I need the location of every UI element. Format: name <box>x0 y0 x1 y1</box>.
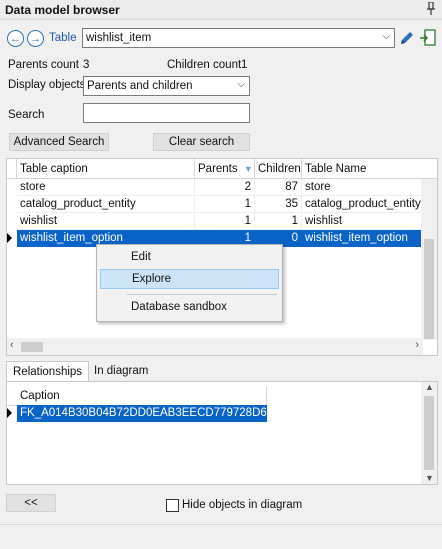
chevron-down-icon: ⌵ <box>237 79 245 90</box>
row-indicator-icon <box>7 408 12 418</box>
forward-arrow-icon[interactable]: → <box>27 30 44 47</box>
column-header-parents[interactable]: Parents ▼ <box>195 159 255 179</box>
rel-grid-corner <box>7 386 17 406</box>
cell-children: 1 <box>255 213 302 230</box>
horizontal-scroll-thumb[interactable] <box>21 342 43 352</box>
children-count-value: 1 <box>241 59 248 71</box>
table-row[interactable]: store 2 87 store <box>7 179 437 196</box>
parents-count-value: 3 <box>83 59 90 71</box>
pin-icon[interactable] <box>426 1 436 18</box>
tab-in-diagram[interactable]: In diagram <box>88 361 154 382</box>
back-arrow-icon[interactable]: ← <box>7 30 24 47</box>
cell-caption: catalog_product_entity <box>17 196 195 213</box>
menu-item-explore[interactable]: Explore <box>100 269 279 289</box>
panel-titlebar: Data model browser <box>0 0 442 20</box>
children-count-label: Children count <box>167 59 242 71</box>
column-header-parents-label: Parents <box>198 163 238 175</box>
row-indicator-icon <box>7 233 12 243</box>
display-objects-label: Display objects <box>8 79 86 91</box>
grid-corner <box>7 159 17 179</box>
cell-table-name: wishlist_item_option <box>302 230 424 247</box>
column-header-table-name[interactable]: Table Name <box>302 159 437 179</box>
table-label[interactable]: Table <box>49 32 77 44</box>
display-objects-value: Parents and children <box>87 80 193 92</box>
footer-divider <box>0 524 442 525</box>
export-icon[interactable] <box>419 28 437 51</box>
cell-children: 87 <box>255 179 302 196</box>
cell-children: 35 <box>255 196 302 213</box>
grid-horizontal-scrollbar[interactable]: ‹ › <box>7 338 423 355</box>
scroll-left-icon[interactable]: ‹ <box>10 339 14 351</box>
cell-table-name: wishlist <box>302 213 424 230</box>
tab-relationships[interactable]: Relationships <box>6 361 90 382</box>
cell-parents: 1 <box>195 196 255 213</box>
cell-caption: store <box>17 179 195 196</box>
panel-title: Data model browser <box>5 3 120 17</box>
chevron-down-icon: ⌵ <box>382 31 390 42</box>
column-header-caption[interactable]: Table caption <box>17 159 195 179</box>
table-select[interactable]: wishlist_item ⌵ <box>82 28 395 48</box>
cell-table-name: catalog_product_entity <box>302 196 424 213</box>
collapse-button[interactable]: << <box>6 494 56 512</box>
table-row[interactable]: wishlist 1 1 wishlist <box>7 213 437 230</box>
clear-search-button[interactable]: Clear search <box>153 133 250 151</box>
hide-objects-checkbox[interactable] <box>166 499 179 512</box>
menu-separator <box>127 294 277 295</box>
cell-parents: 2 <box>195 179 255 196</box>
cell-rel-caption: FK_A014B30B04B72DD0EAB3EECD779728D6 <box>17 405 267 422</box>
scroll-up-icon[interactable]: ▲ <box>425 382 434 392</box>
column-header-rel-caption[interactable]: Caption <box>17 386 267 406</box>
vertical-scroll-thumb[interactable] <box>424 239 434 339</box>
rel-vertical-scrollbar[interactable]: ▲ ▼ <box>421 382 437 484</box>
table-select-value: wishlist_item <box>86 32 152 44</box>
search-label: Search <box>8 109 45 121</box>
display-objects-select[interactable]: Parents and children ⌵ <box>83 76 250 96</box>
table-row[interactable]: catalog_product_entity 1 35 catalog_prod… <box>7 196 437 213</box>
menu-item-database-sandbox[interactable]: Database sandbox <box>100 298 279 318</box>
pencil-icon[interactable] <box>398 29 415 50</box>
grid-vertical-scrollbar[interactable] <box>421 179 437 340</box>
rel-scroll-thumb[interactable] <box>424 396 434 470</box>
cell-caption: wishlist <box>17 213 195 230</box>
context-menu: Edit Explore Database sandbox <box>96 244 283 322</box>
hide-objects-label: Hide objects in diagram <box>182 499 303 511</box>
relationships-grid[interactable]: Caption FK_A014B30B04B72DD0EAB3EECD77972… <box>6 381 438 485</box>
scroll-right-icon[interactable]: › <box>415 339 419 351</box>
parents-count-label: Parents count <box>8 59 79 71</box>
cell-parents: 1 <box>195 213 255 230</box>
search-input[interactable] <box>83 103 250 123</box>
menu-item-edit[interactable]: Edit <box>100 248 279 268</box>
advanced-search-button[interactable]: Advanced Search <box>9 133 109 151</box>
relationship-row-selected[interactable]: FK_A014B30B04B72DD0EAB3EECD779728D6 <box>7 405 267 422</box>
sort-desc-icon: ▼ <box>243 164 253 174</box>
cell-table-name: store <box>302 179 424 196</box>
scroll-down-icon[interactable]: ▼ <box>425 473 434 483</box>
column-header-children[interactable]: Children <box>255 159 302 179</box>
